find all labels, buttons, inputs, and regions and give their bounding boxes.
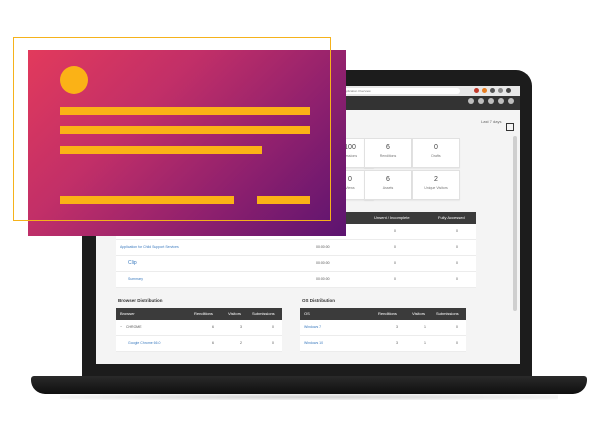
cell-visitors: 1 (424, 341, 426, 345)
menu-icon[interactable] (506, 88, 511, 93)
cell-time: 00:00:00 (316, 245, 330, 249)
column-header[interactable]: Visitors (228, 308, 241, 320)
calendar-icon[interactable] (506, 123, 514, 131)
column-header[interactable]: Submissions (436, 308, 459, 320)
os-link[interactable]: Windows 10 (304, 336, 323, 351)
cell-accessed: 0 (456, 261, 458, 265)
column-header[interactable]: Renditions (378, 308, 397, 320)
cell-unsent: 0 (394, 245, 396, 249)
stat-value: 6 (386, 176, 390, 183)
stat-card: 0 Drafts (412, 138, 460, 168)
extension-icon[interactable] (474, 88, 479, 93)
cell-unsent: 0 (394, 277, 396, 281)
stat-value: 0 (434, 144, 438, 151)
extension-icon[interactable] (482, 88, 487, 93)
address-bar[interactable]: Insights / Application Overview (326, 88, 460, 94)
cell-renditions: 6 (212, 325, 214, 329)
help-icon[interactable] (478, 98, 484, 104)
asset-link[interactable]: Clip (128, 256, 137, 271)
cell-renditions: 3 (396, 341, 398, 345)
collapse-icon[interactable]: − (120, 320, 122, 335)
cell-visitors: 1 (424, 325, 426, 329)
cell-accessed: 0 (456, 245, 458, 249)
notifications-icon[interactable] (498, 98, 504, 104)
cell-unsent: 0 (394, 261, 396, 265)
cell-submissions: 0 (272, 325, 274, 329)
stat-value: 6 (386, 144, 390, 151)
cell-accessed: 0 (456, 277, 458, 281)
column-header[interactable]: Browser (120, 308, 135, 320)
asset-link[interactable]: Summary (128, 272, 143, 287)
stat-card: 6 Renditions (364, 138, 412, 168)
placeholder-line (60, 146, 262, 154)
browser-distribution-title: Browser Distribution (118, 298, 163, 303)
cell-accessed: 0 (456, 229, 458, 233)
stat-value: 2 (434, 176, 438, 183)
os-table-header: OS Renditions Visitors Submissions (300, 308, 466, 320)
stat-label: Drafts (431, 154, 441, 158)
cell-time: 00:00:00 (316, 261, 330, 265)
column-header[interactable]: OS (304, 308, 310, 320)
os-distribution-title: OS Distribution (302, 298, 335, 303)
placeholder-line (60, 196, 234, 204)
browser-link[interactable]: Google Chrome 66.0 (128, 336, 161, 351)
laptop-shadow (60, 394, 558, 400)
placeholder-line (60, 126, 310, 134)
table-row: − CHROME 6 3 0 (116, 320, 282, 336)
cell-renditions: 6 (212, 341, 214, 345)
browser-table-header: Browser Renditions Visitors Submissions (116, 308, 282, 320)
column-header[interactable]: Visitors (412, 308, 425, 320)
cell-submissions: 0 (272, 341, 274, 345)
date-range-label: Last 7 days (481, 119, 502, 124)
cell-unsent: 0 (394, 229, 396, 233)
stat-label: Unique Visitors (424, 186, 448, 190)
browser-name: CHROME (126, 325, 142, 329)
cell-submissions: 0 (456, 325, 458, 329)
extension-icon[interactable] (490, 88, 495, 93)
cell-time: 00:00:00 (316, 277, 330, 281)
apps-icon[interactable] (488, 98, 494, 104)
cell-submissions: 0 (456, 341, 458, 345)
cell-visitors: 3 (240, 325, 242, 329)
stat-card: 6 Assets (364, 170, 412, 200)
table-row: Application for Child Support Services 0… (116, 240, 476, 256)
table-row: Windows 10 3 1 0 (300, 336, 466, 352)
column-header[interactable]: Renditions (194, 308, 213, 320)
column-header[interactable]: Submissions (252, 308, 275, 320)
placeholder-line (257, 196, 310, 204)
search-icon[interactable] (468, 98, 474, 104)
table-row: Windows 7 3 1 0 (300, 320, 466, 336)
user-icon[interactable] (508, 98, 514, 104)
avatar-placeholder-icon (60, 66, 88, 94)
cell-renditions: 3 (396, 325, 398, 329)
table-row: Google Chrome 66.0 6 2 0 (116, 336, 282, 352)
laptop-base (31, 376, 587, 394)
extension-icon[interactable] (498, 88, 503, 93)
asset-link[interactable]: Application for Child Support Services (120, 240, 179, 255)
column-header[interactable]: Fully Accessed (438, 212, 465, 224)
placeholder-line (60, 107, 310, 115)
column-header[interactable]: Unsent / Incomplete (374, 212, 410, 224)
stat-label: Renditions (379, 154, 397, 158)
cell-visitors: 2 (240, 341, 242, 345)
scrollbar[interactable] (513, 136, 517, 311)
os-link[interactable]: Windows 7 (304, 320, 321, 335)
table-row: Summary 00:00:00 0 0 (116, 272, 476, 288)
stat-label: Assets (382, 186, 394, 190)
stat-card: 2 Unique Visitors (412, 170, 460, 200)
table-row: Clip 00:00:00 0 0 (116, 256, 476, 272)
